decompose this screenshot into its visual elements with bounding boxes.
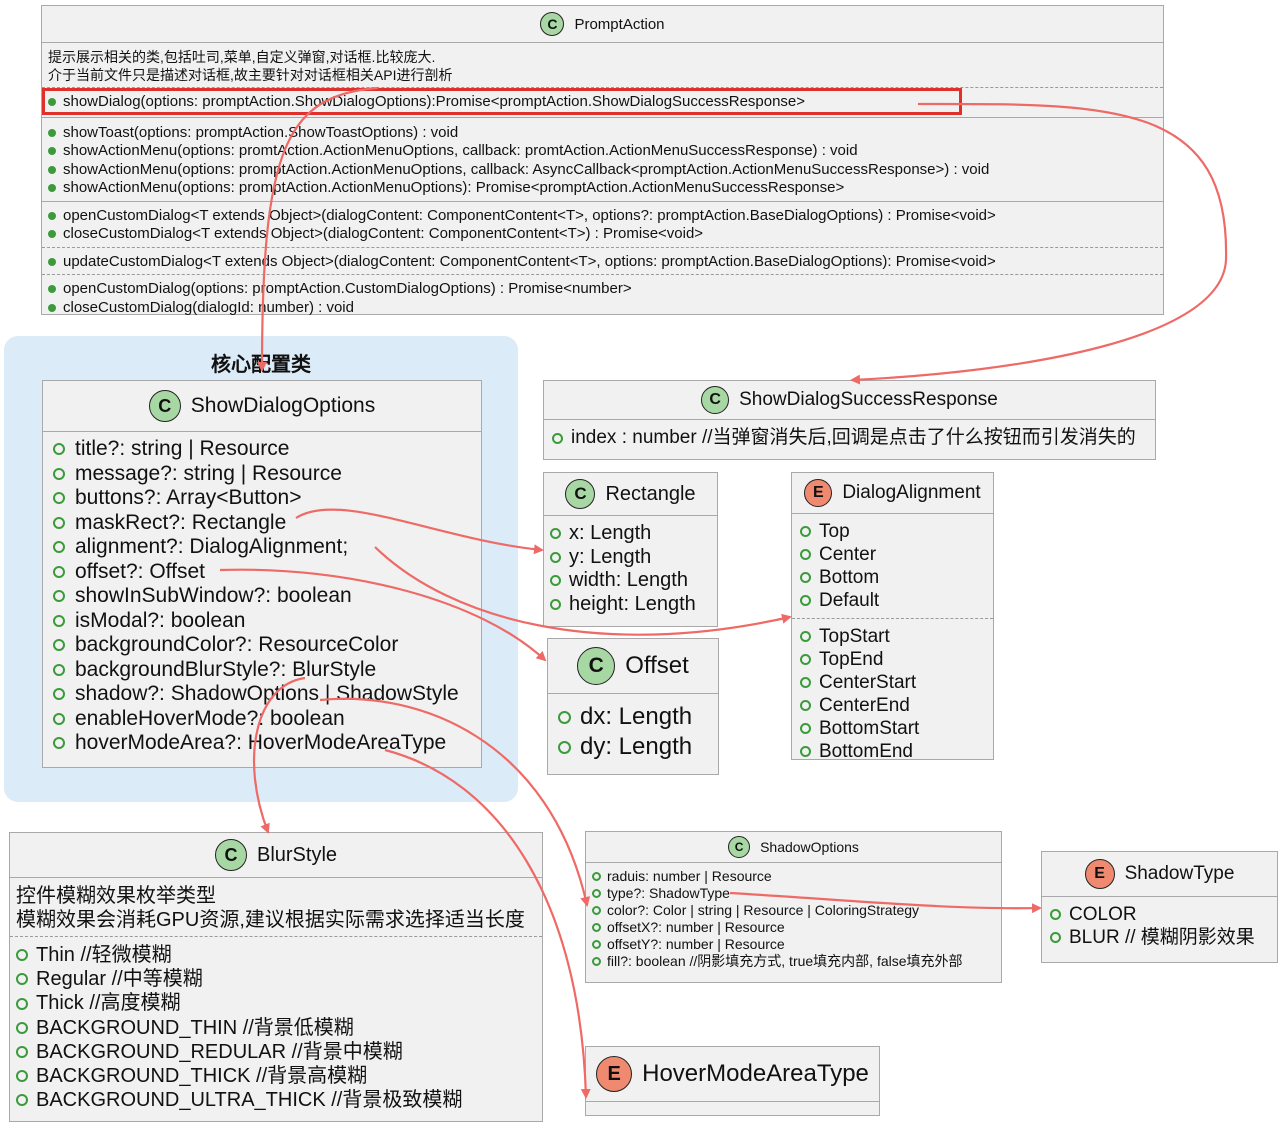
arrow-blur-to-blurstyle: [252, 676, 306, 834]
arrow-showdialog-to-response: [850, 102, 1228, 385]
relationship-arrows: [219, 86, 1228, 1099]
arrow-type-to-shadowtype: [729, 891, 1042, 914]
arrow-maskrect-to-rectangle: [295, 508, 544, 555]
arrow-showdialog-to-options: [257, 86, 379, 372]
arrow-shadow-to-shadowoptions: [319, 697, 591, 907]
arrow-alignment-to-dialogalignment: [374, 546, 792, 636]
arrow-hovermode-to-hovermodeareatype: [384, 748, 591, 1099]
